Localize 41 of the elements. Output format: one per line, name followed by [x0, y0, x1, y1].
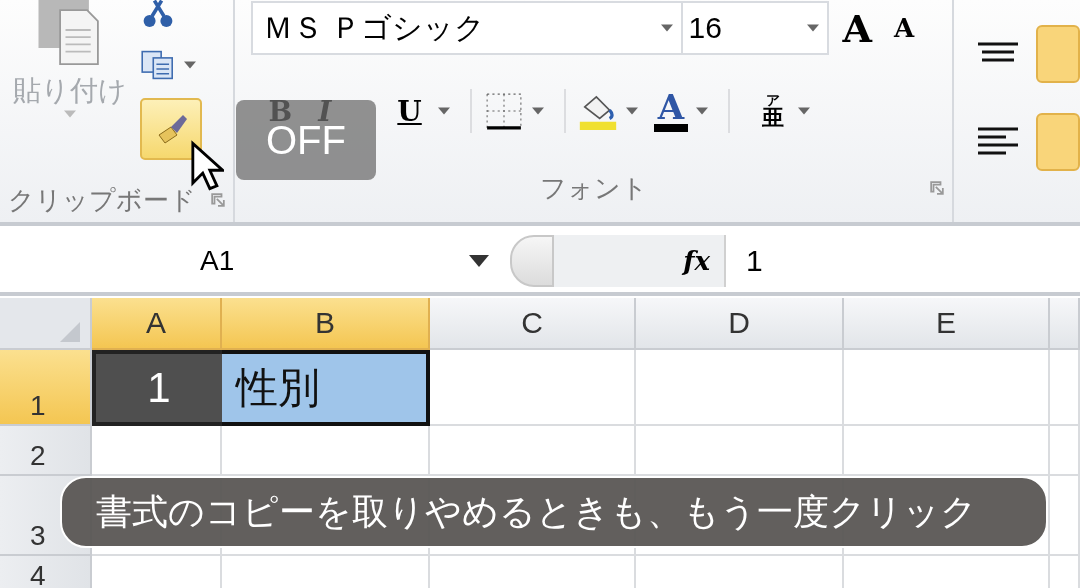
style-button[interactable]: U: [389, 94, 430, 128]
caret-icon[interactable]: [696, 107, 709, 115]
dialog-launcher-icon[interactable]: [930, 181, 944, 195]
font-size-field[interactable]: 16: [682, 1, 829, 55]
dialog-launcher-icon[interactable]: [210, 193, 225, 207]
function-button[interactable]: fx: [554, 235, 724, 287]
phonetic-guide-button[interactable]: ア 亜: [756, 93, 791, 129]
font-name-field[interactable]: ＭＳ Ｐゴシック: [250, 1, 683, 55]
column-header[interactable]: C: [430, 298, 636, 350]
caret-icon[interactable]: [806, 24, 819, 32]
cursor-icon: [190, 140, 224, 192]
row-header[interactable]: 2: [0, 426, 92, 476]
caret-icon[interactable]: [660, 24, 673, 32]
caret-icon[interactable]: [184, 61, 196, 69]
border-icon[interactable]: [483, 92, 524, 130]
caret-icon[interactable]: [531, 107, 544, 115]
copy-icon[interactable]: [140, 50, 176, 80]
row-header[interactable]: 4: [0, 556, 92, 588]
group-label: クリップボード: [8, 183, 197, 217]
caret-icon[interactable]: [798, 107, 811, 115]
column-header[interactable]: A: [92, 298, 222, 350]
table-cell: 性別: [222, 350, 430, 426]
shrink-font-button[interactable]: A: [886, 13, 923, 43]
triangle-icon: [60, 322, 80, 342]
column-header[interactable]: E: [844, 298, 1050, 350]
table-cell: 1: [92, 350, 222, 426]
column-header[interactable]: D: [636, 298, 844, 350]
formula-field[interactable]: 1: [724, 235, 1080, 287]
grow-font-button[interactable]: A: [834, 5, 881, 51]
name-box[interactable]: A1: [0, 245, 500, 277]
table-cell: [1050, 426, 1080, 476]
row-header[interactable]: 1: [0, 350, 92, 426]
caret-icon[interactable]: [625, 107, 638, 115]
font-color-button[interactable]: A: [653, 90, 689, 132]
format-painter-button[interactable]: [140, 98, 202, 160]
group-label: フォント: [539, 171, 650, 205]
resize-handle[interactable]: [510, 235, 554, 287]
caret-icon[interactable]: [437, 107, 450, 115]
column-header[interactable]: B: [222, 298, 430, 350]
align-left-icon[interactable]: [978, 127, 1018, 157]
subtitle-toast: 書式のコピーを取りやめるときも、もう一度クリック: [60, 476, 1048, 548]
